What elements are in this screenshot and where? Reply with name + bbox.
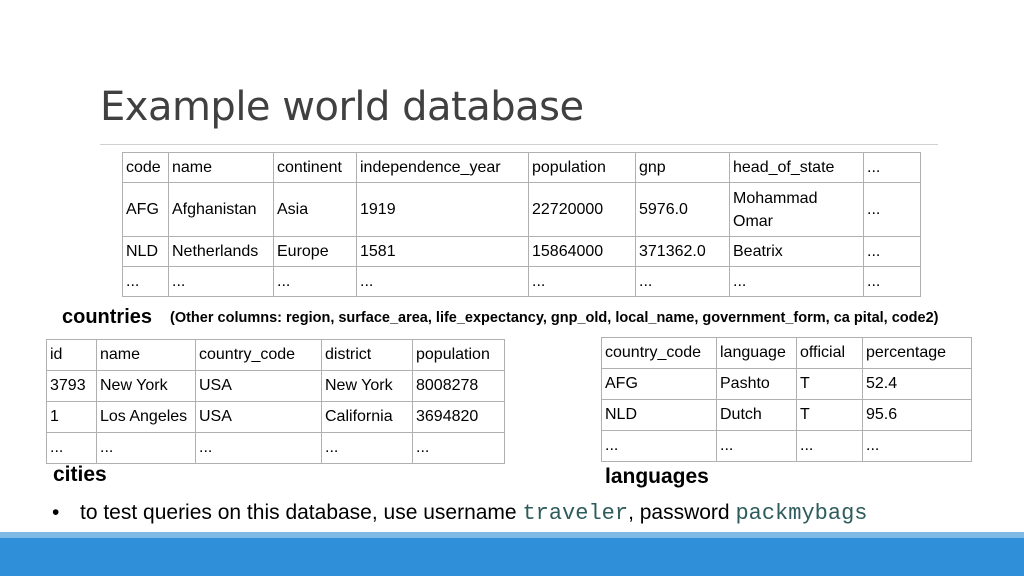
column-header: code (122, 152, 169, 183)
table-cell: 1919 (356, 182, 529, 237)
table-cell: ... (716, 430, 797, 462)
table-cell: 52.4 (862, 368, 972, 400)
table-cell: Asia (273, 182, 357, 237)
column-header: ... (863, 152, 921, 183)
countries-table: code name continent independence_year po… (122, 152, 921, 297)
countries-caption: countries (62, 306, 153, 328)
column-header: country_code (195, 339, 322, 371)
table-cell: Afghanistan (168, 182, 274, 237)
footer-bar (0, 538, 1024, 576)
column-header: independence_year (356, 152, 529, 183)
cities-caption: cities (53, 463, 107, 486)
table-cell: ... (863, 182, 921, 237)
table-header-row: country_code language official percentag… (601, 337, 972, 369)
table-cell: ... (273, 266, 357, 297)
table-row: NLD Netherlands Europe 1581 15864000 371… (122, 236, 921, 267)
table-cell: ... (863, 236, 921, 267)
table-cell: T (796, 368, 863, 400)
table-cell: ... (862, 430, 972, 462)
table-cell: 22720000 (528, 182, 636, 237)
table-row: ... ... ... ... ... (46, 432, 505, 464)
languages-table: country_code language official percentag… (601, 337, 972, 462)
table-header-row: code name continent independence_year po… (122, 152, 921, 183)
username-value: traveler (522, 501, 629, 526)
column-header: population (528, 152, 636, 183)
table-cell: Europe (273, 236, 357, 267)
column-header: continent (273, 152, 357, 183)
column-header: percentage (862, 337, 972, 369)
table-cell: 1581 (356, 236, 529, 267)
table-cell: ... (195, 432, 322, 464)
table-cell: 15864000 (528, 236, 636, 267)
title-divider (100, 144, 938, 145)
table-row: ... ... ... ... ... ... ... ... (122, 266, 921, 297)
table-cell: ... (356, 266, 529, 297)
table-cell: New York (321, 370, 413, 402)
bullet-marker: • (52, 501, 60, 524)
countries-other-columns-note: (Other columns: region, surface_area, li… (170, 310, 939, 326)
table-cell: 95.6 (862, 399, 972, 431)
table-cell: NLD (122, 236, 169, 267)
table-cell: AFG (601, 368, 717, 400)
table-cell: USA (195, 370, 322, 402)
table-cell: ... (412, 432, 505, 464)
table-cell: 5976.0 (635, 182, 730, 237)
table-row: NLD Dutch T 95.6 (601, 399, 972, 431)
bullet-text-prefix: to test queries on this database, use us… (80, 501, 523, 524)
column-header: gnp (635, 152, 730, 183)
table-cell: Mohammad Omar (729, 182, 864, 237)
table-cell: AFG (122, 182, 169, 237)
table-cell: ... (321, 432, 413, 464)
table-cell: ... (796, 430, 863, 462)
table-cell: ... (46, 432, 97, 464)
column-header: head_of_state (729, 152, 864, 183)
table-cell: Netherlands (168, 236, 274, 267)
column-header: id (46, 339, 97, 371)
cities-table: id name country_code district population… (46, 339, 505, 464)
table-cell: New York (96, 370, 196, 402)
table-row: 3793 New York USA New York 8008278 (46, 370, 505, 402)
password-value: packmybags (735, 501, 868, 526)
table-cell: ... (122, 266, 169, 297)
table-row: AFG Pashto T 52.4 (601, 368, 972, 400)
table-cell: Dutch (716, 399, 797, 431)
table-row: ... ... ... ... (601, 430, 972, 462)
table-cell: 3793 (46, 370, 97, 402)
table-cell: 3694820 (412, 401, 505, 433)
table-row: AFG Afghanistan Asia 1919 22720000 5976.… (122, 182, 921, 237)
table-cell: USA (195, 401, 322, 433)
column-header: language (716, 337, 797, 369)
bullet-text-middle: , password (628, 501, 736, 524)
table-cell: T (796, 399, 863, 431)
languages-caption: languages (605, 465, 709, 488)
table-cell: Pashto (716, 368, 797, 400)
table-cell: ... (635, 266, 730, 297)
column-header: name (168, 152, 274, 183)
column-header: population (412, 339, 505, 371)
table-cell: ... (96, 432, 196, 464)
table-cell: NLD (601, 399, 717, 431)
table-header-row: id name country_code district population (46, 339, 505, 371)
column-header: name (96, 339, 196, 371)
column-header: country_code (601, 337, 717, 369)
table-cell: 1 (46, 401, 97, 433)
table-cell: Beatrix (729, 236, 864, 267)
table-cell: 371362.0 (635, 236, 730, 267)
column-header: district (321, 339, 413, 371)
table-row: 1 Los Angeles USA California 3694820 (46, 401, 505, 433)
table-cell: ... (729, 266, 864, 297)
table-cell: ... (601, 430, 717, 462)
table-cell: ... (863, 266, 921, 297)
slide-title: Example world database (100, 84, 584, 130)
table-cell: 8008278 (412, 370, 505, 402)
credentials-bullet: • to test queries on this database, use u… (52, 501, 867, 526)
table-cell: Los Angeles (96, 401, 196, 433)
column-header: official (796, 337, 863, 369)
table-cell: ... (528, 266, 636, 297)
table-cell: California (321, 401, 413, 433)
table-cell: ... (168, 266, 274, 297)
